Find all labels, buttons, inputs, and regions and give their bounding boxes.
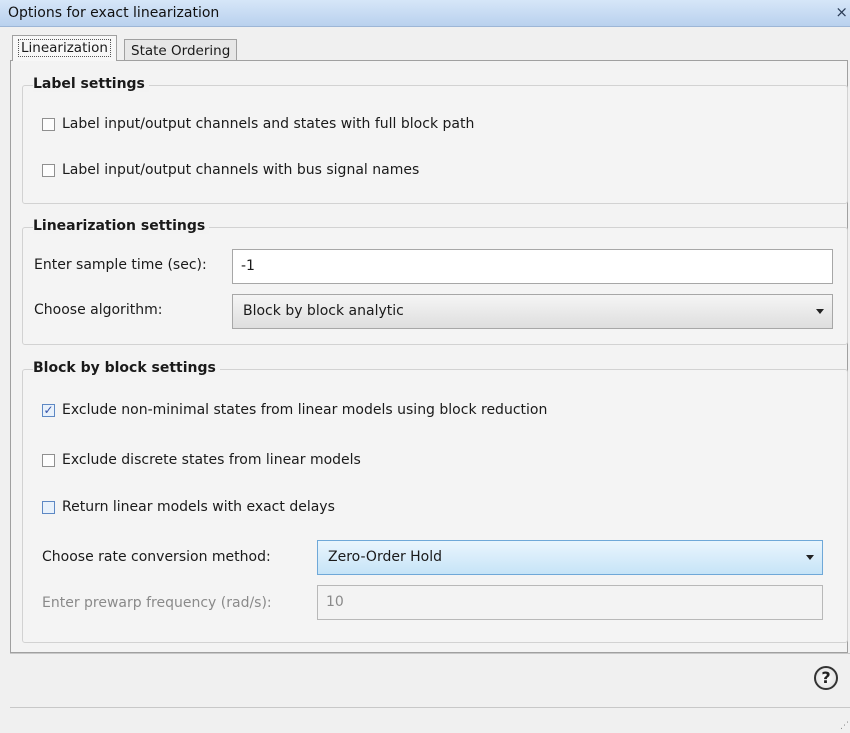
full-block-path-label: Label input/output channels and states w… — [62, 116, 475, 132]
bus-signal-names-row[interactable]: Label input/output channels with bus sig… — [42, 162, 419, 178]
exclude-non-minimal-label: Exclude non-minimal states from linear m… — [62, 402, 548, 418]
sample-time-label: Enter sample time (sec): — [34, 257, 207, 273]
prewarp-input[interactable]: 10 — [317, 585, 823, 620]
close-icon[interactable]: × — [835, 3, 848, 21]
algorithm-label: Choose algorithm: — [34, 302, 163, 318]
chevron-down-icon — [816, 309, 824, 314]
sample-time-input[interactable]: -1 — [232, 249, 833, 284]
rate-conversion-label: Choose rate conversion method: — [42, 549, 271, 565]
full-block-path-row[interactable]: Label input/output channels and states w… — [42, 116, 474, 132]
label-settings-group — [22, 85, 848, 204]
label-settings-title: Label settings — [33, 76, 149, 92]
exact-delays-row[interactable]: Return linear models with exact delays — [42, 499, 335, 515]
bus-signal-names-checkbox[interactable] — [42, 163, 55, 177]
algorithm-dropdown[interactable]: Block by block analytic — [232, 294, 833, 329]
exclude-non-minimal-checkbox[interactable]: ✓ — [42, 403, 55, 417]
tab-linearization-label: Linearization — [18, 39, 111, 57]
rate-conversion-dropdown[interactable]: Zero-Order Hold — [317, 540, 823, 575]
linearization-settings-title: Linearization settings — [33, 218, 210, 234]
exclude-discrete-label: Exclude discrete states from linear mode… — [62, 452, 361, 468]
full-block-path-checkbox[interactable] — [42, 117, 55, 131]
help-icon[interactable]: ? — [814, 666, 838, 690]
exact-delays-label: Return linear models with exact delays — [62, 499, 335, 515]
prewarp-label: Enter prewarp frequency (rad/s): — [42, 595, 272, 611]
window-title: Options for exact linearization — [8, 5, 220, 21]
footer-divider — [10, 653, 850, 654]
tab-state-ordering[interactable]: State Ordering — [124, 39, 238, 61]
exclude-discrete-checkbox[interactable] — [42, 453, 55, 467]
rate-conversion-value: Zero-Order Hold — [328, 549, 443, 565]
algorithm-value: Block by block analytic — [243, 303, 404, 319]
bus-signal-names-label: Label input/output channels with bus sig… — [62, 162, 420, 178]
exclude-discrete-row[interactable]: Exclude discrete states from linear mode… — [42, 452, 361, 468]
title-bar: Options for exact linearization × — [0, 0, 850, 27]
chevron-down-icon — [806, 555, 814, 560]
exact-delays-checkbox[interactable] — [42, 500, 55, 514]
tab-state-ordering-label: State Ordering — [131, 43, 231, 59]
exclude-non-minimal-row[interactable]: ✓ Exclude non-minimal states from linear… — [42, 402, 547, 418]
block-settings-title: Block by block settings — [33, 360, 220, 376]
resize-grip-icon[interactable]: ⋰ — [840, 721, 849, 731]
status-divider — [10, 707, 850, 708]
tab-linearization[interactable]: Linearization — [12, 35, 117, 61]
